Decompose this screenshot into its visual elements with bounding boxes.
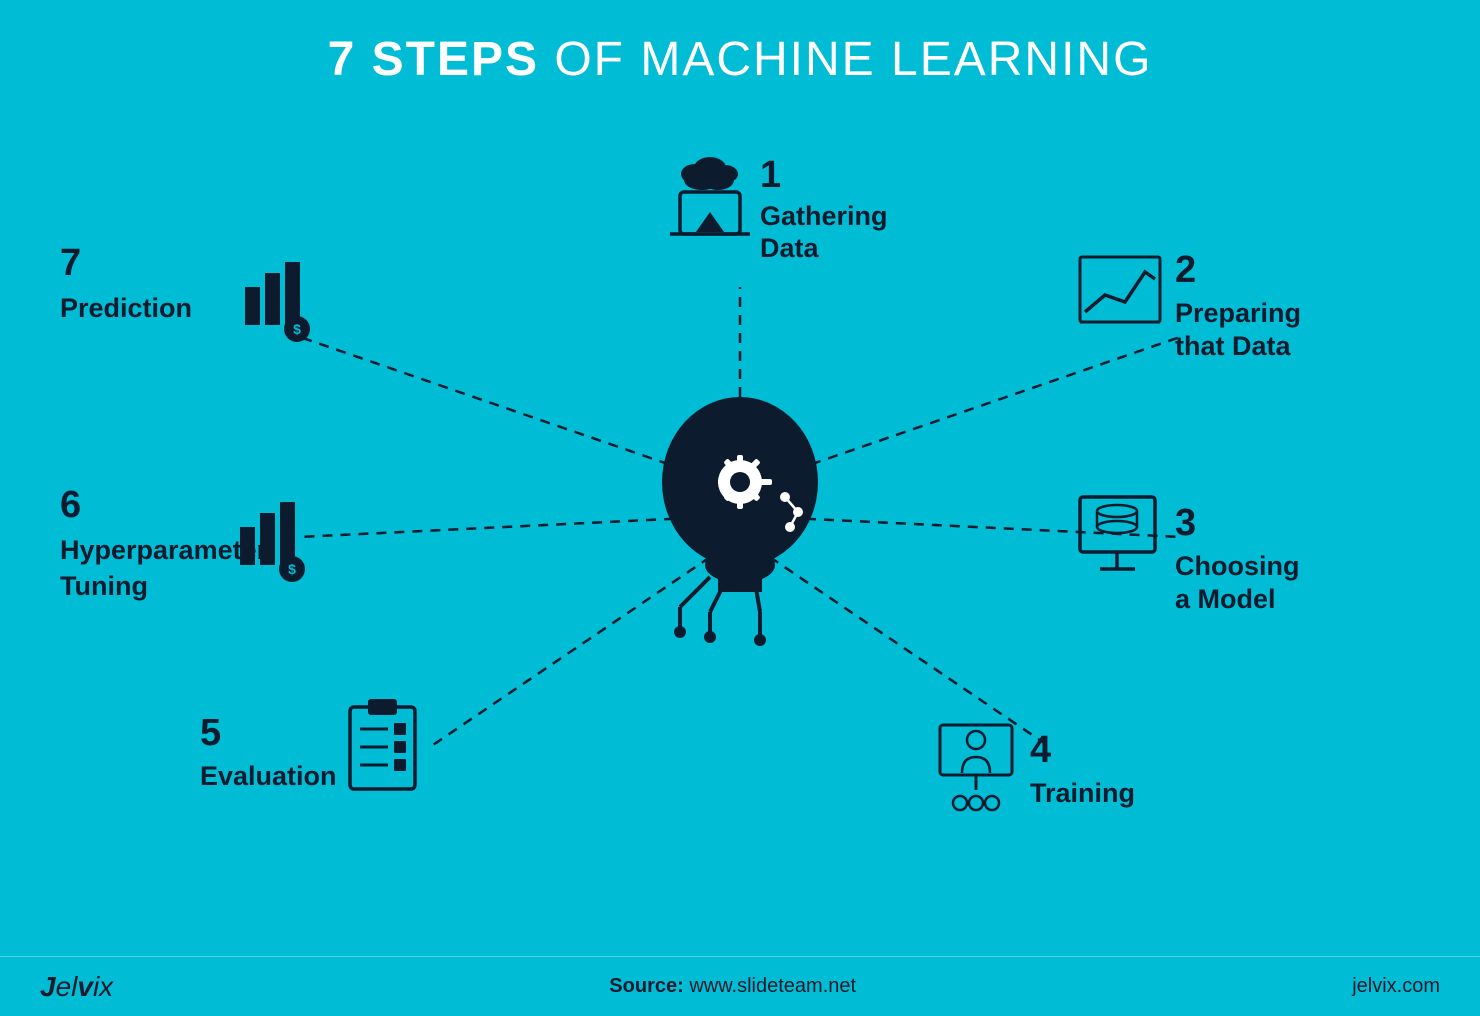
svg-text:7: 7 [60,242,81,284]
svg-text:Choosing: Choosing [1175,551,1299,581]
diagram-area: 1 Gathering Data 2 Preparing that Data 3 [0,107,1480,927]
svg-text:Evaluation: Evaluation [200,761,337,791]
svg-text:Data: Data [760,233,820,263]
brand-logo: Jelvix [40,971,113,1003]
diagram-svg: 1 Gathering Data 2 Preparing that Data 3 [0,107,1480,927]
svg-text:4: 4 [1030,729,1051,771]
title-light: OF MACHINE LEARNING [539,33,1152,86]
svg-text:Preparing: Preparing [1175,298,1301,328]
svg-text:Hyperparameter: Hyperparameter [60,535,268,565]
svg-text:6: 6 [60,484,81,526]
svg-text:$: $ [293,321,301,337]
svg-text:Gathering: Gathering [760,201,888,231]
svg-text:Prediction: Prediction [60,293,192,323]
svg-text:that Data: that Data [1175,331,1291,361]
svg-text:$: $ [288,561,296,577]
svg-text:5: 5 [200,712,221,754]
footer-source: Source: www.slideteam.net [609,975,856,998]
title-bold: 7 STEPS [328,33,539,86]
svg-text:Training: Training [1030,778,1135,808]
svg-text:2: 2 [1175,249,1196,291]
footer-url: jelvix.com [1352,975,1440,998]
page-title: 7 STEPS OF MACHINE LEARNING [0,0,1480,87]
svg-text:3: 3 [1175,502,1196,544]
footer: Jelvix Source: www.slideteam.net jelvix.… [0,956,1480,1016]
svg-text:Tuning: Tuning [60,571,148,601]
svg-text:a Model: a Model [1175,584,1276,614]
svg-text:1: 1 [760,154,781,196]
